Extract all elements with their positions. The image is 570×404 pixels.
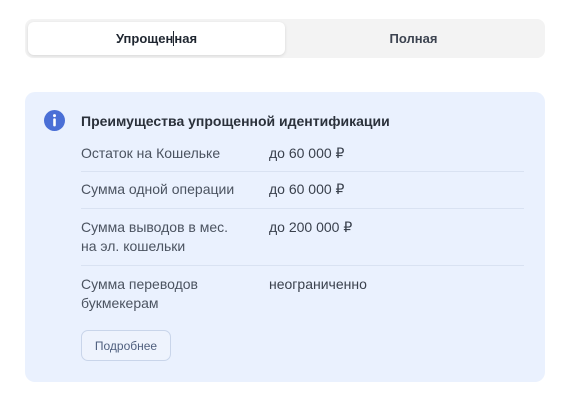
limit-label-line: букмекерам	[81, 295, 159, 311]
limit-label-line: Сумма переводов	[81, 276, 198, 292]
limit-value: до 60 000 ₽	[269, 145, 345, 161]
limit-row-monthly-withdrawals: Сумма выводов в мес. на эл. кошельки до …	[81, 209, 524, 266]
limit-label: Сумма выводов в мес. на эл. кошельки	[81, 218, 269, 265]
tab-simplified-label-end: ная	[174, 31, 198, 46]
limit-label: Остаток на Кошельке	[81, 145, 221, 161]
tab-simplified-label-start: Упрощен	[115, 31, 174, 46]
tab-full-label: Полная	[389, 31, 438, 46]
limit-label: Сумма переводов букмекерам	[81, 275, 269, 318]
limit-value: до 200 000 ₽	[269, 219, 353, 235]
limit-value: неограниченно	[269, 276, 367, 292]
limits-list: Остаток на Кошельке до 60 000 ₽ Сумма од…	[81, 137, 524, 318]
limit-row-balance: Остаток на Кошельке до 60 000 ₽	[81, 137, 524, 172]
limit-label: Сумма одной операции	[81, 181, 235, 197]
tab-simplified[interactable]: Упрощен ная	[28, 22, 285, 55]
limit-row-bookmaker-transfers: Сумма переводов букмекерам неограниченно	[81, 266, 524, 318]
identification-tabs: Упрощен ная Полная	[25, 19, 545, 58]
info-card: Преимущества упрощенной идентификации Ос…	[25, 92, 545, 382]
limit-label-line: на эл. кошельки	[81, 238, 186, 254]
limit-label-line: Сумма выводов в мес.	[81, 219, 229, 235]
limit-value: до 60 000 ₽	[269, 181, 345, 197]
card-title: Преимущества упрощенной идентификации	[81, 113, 390, 129]
tab-full[interactable]: Полная	[285, 22, 542, 55]
info-icon	[44, 110, 65, 131]
more-details-button[interactable]: Подробнее	[81, 330, 171, 361]
limit-row-single-operation: Сумма одной операции до 60 000 ₽	[81, 172, 524, 209]
